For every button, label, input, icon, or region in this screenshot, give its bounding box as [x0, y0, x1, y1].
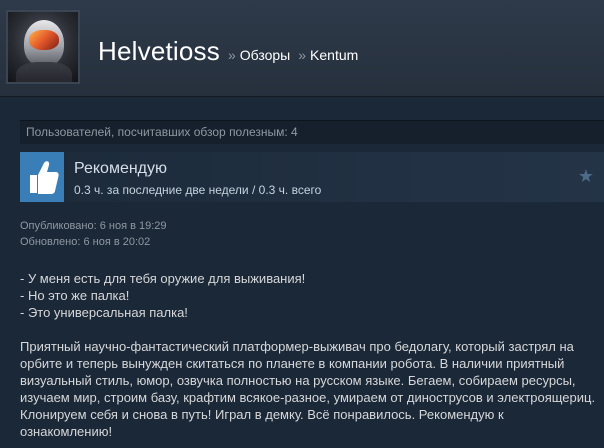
updated-date: Обновлено: 6 ноя в 20:02: [20, 236, 151, 248]
thumbs-up-icon: [20, 152, 64, 202]
user-name-link[interactable]: Helvetioss: [98, 36, 220, 66]
breadcrumb-separator: »: [298, 47, 307, 63]
review-body: Приятный научно-фантастический платформе…: [20, 339, 596, 439]
star-icon[interactable]: ★: [578, 166, 594, 187]
review-text: - У меня есть для тебя оружие для выжива…: [20, 270, 604, 440]
published-date: Опубликовано: 6 ноя в 19:29: [20, 220, 167, 232]
review-quote-line: - У меня есть для тебя оружие для выжива…: [20, 271, 306, 286]
avatar-body-shape: [16, 62, 72, 82]
avatar-visor-shape: [29, 30, 59, 50]
breadcrumb: Helvetioss» Обзоры» Kentum: [98, 36, 358, 66]
review-quote-line: - Но это же палка!: [20, 288, 130, 303]
review-quote-line: - Это универсальная палка!: [20, 305, 188, 320]
helpful-count-text: Пользователей, посчитавших обзор полезны…: [26, 125, 298, 139]
helpful-count-bar: Пользователей, посчитавших обзор полезны…: [20, 120, 604, 144]
breadcrumb-reviews-link[interactable]: Обзоры: [240, 47, 291, 63]
recommendation-label: Рекомендую: [74, 160, 168, 177]
breadcrumb-game-link[interactable]: Kentum: [310, 47, 358, 63]
avatar[interactable]: [6, 10, 80, 84]
recommendation-box: Рекомендую 0.3 ч. за последние две недел…: [20, 152, 604, 202]
playtime-hours: 0.3 ч. за последние две недели / 0.3 ч. …: [74, 183, 322, 197]
review-dates: Опубликовано: 6 ноя в 19:29 Обновлено: 6…: [20, 218, 167, 250]
breadcrumb-separator: »: [227, 47, 236, 63]
profile-header: Helvetioss» Обзоры» Kentum: [0, 0, 604, 97]
